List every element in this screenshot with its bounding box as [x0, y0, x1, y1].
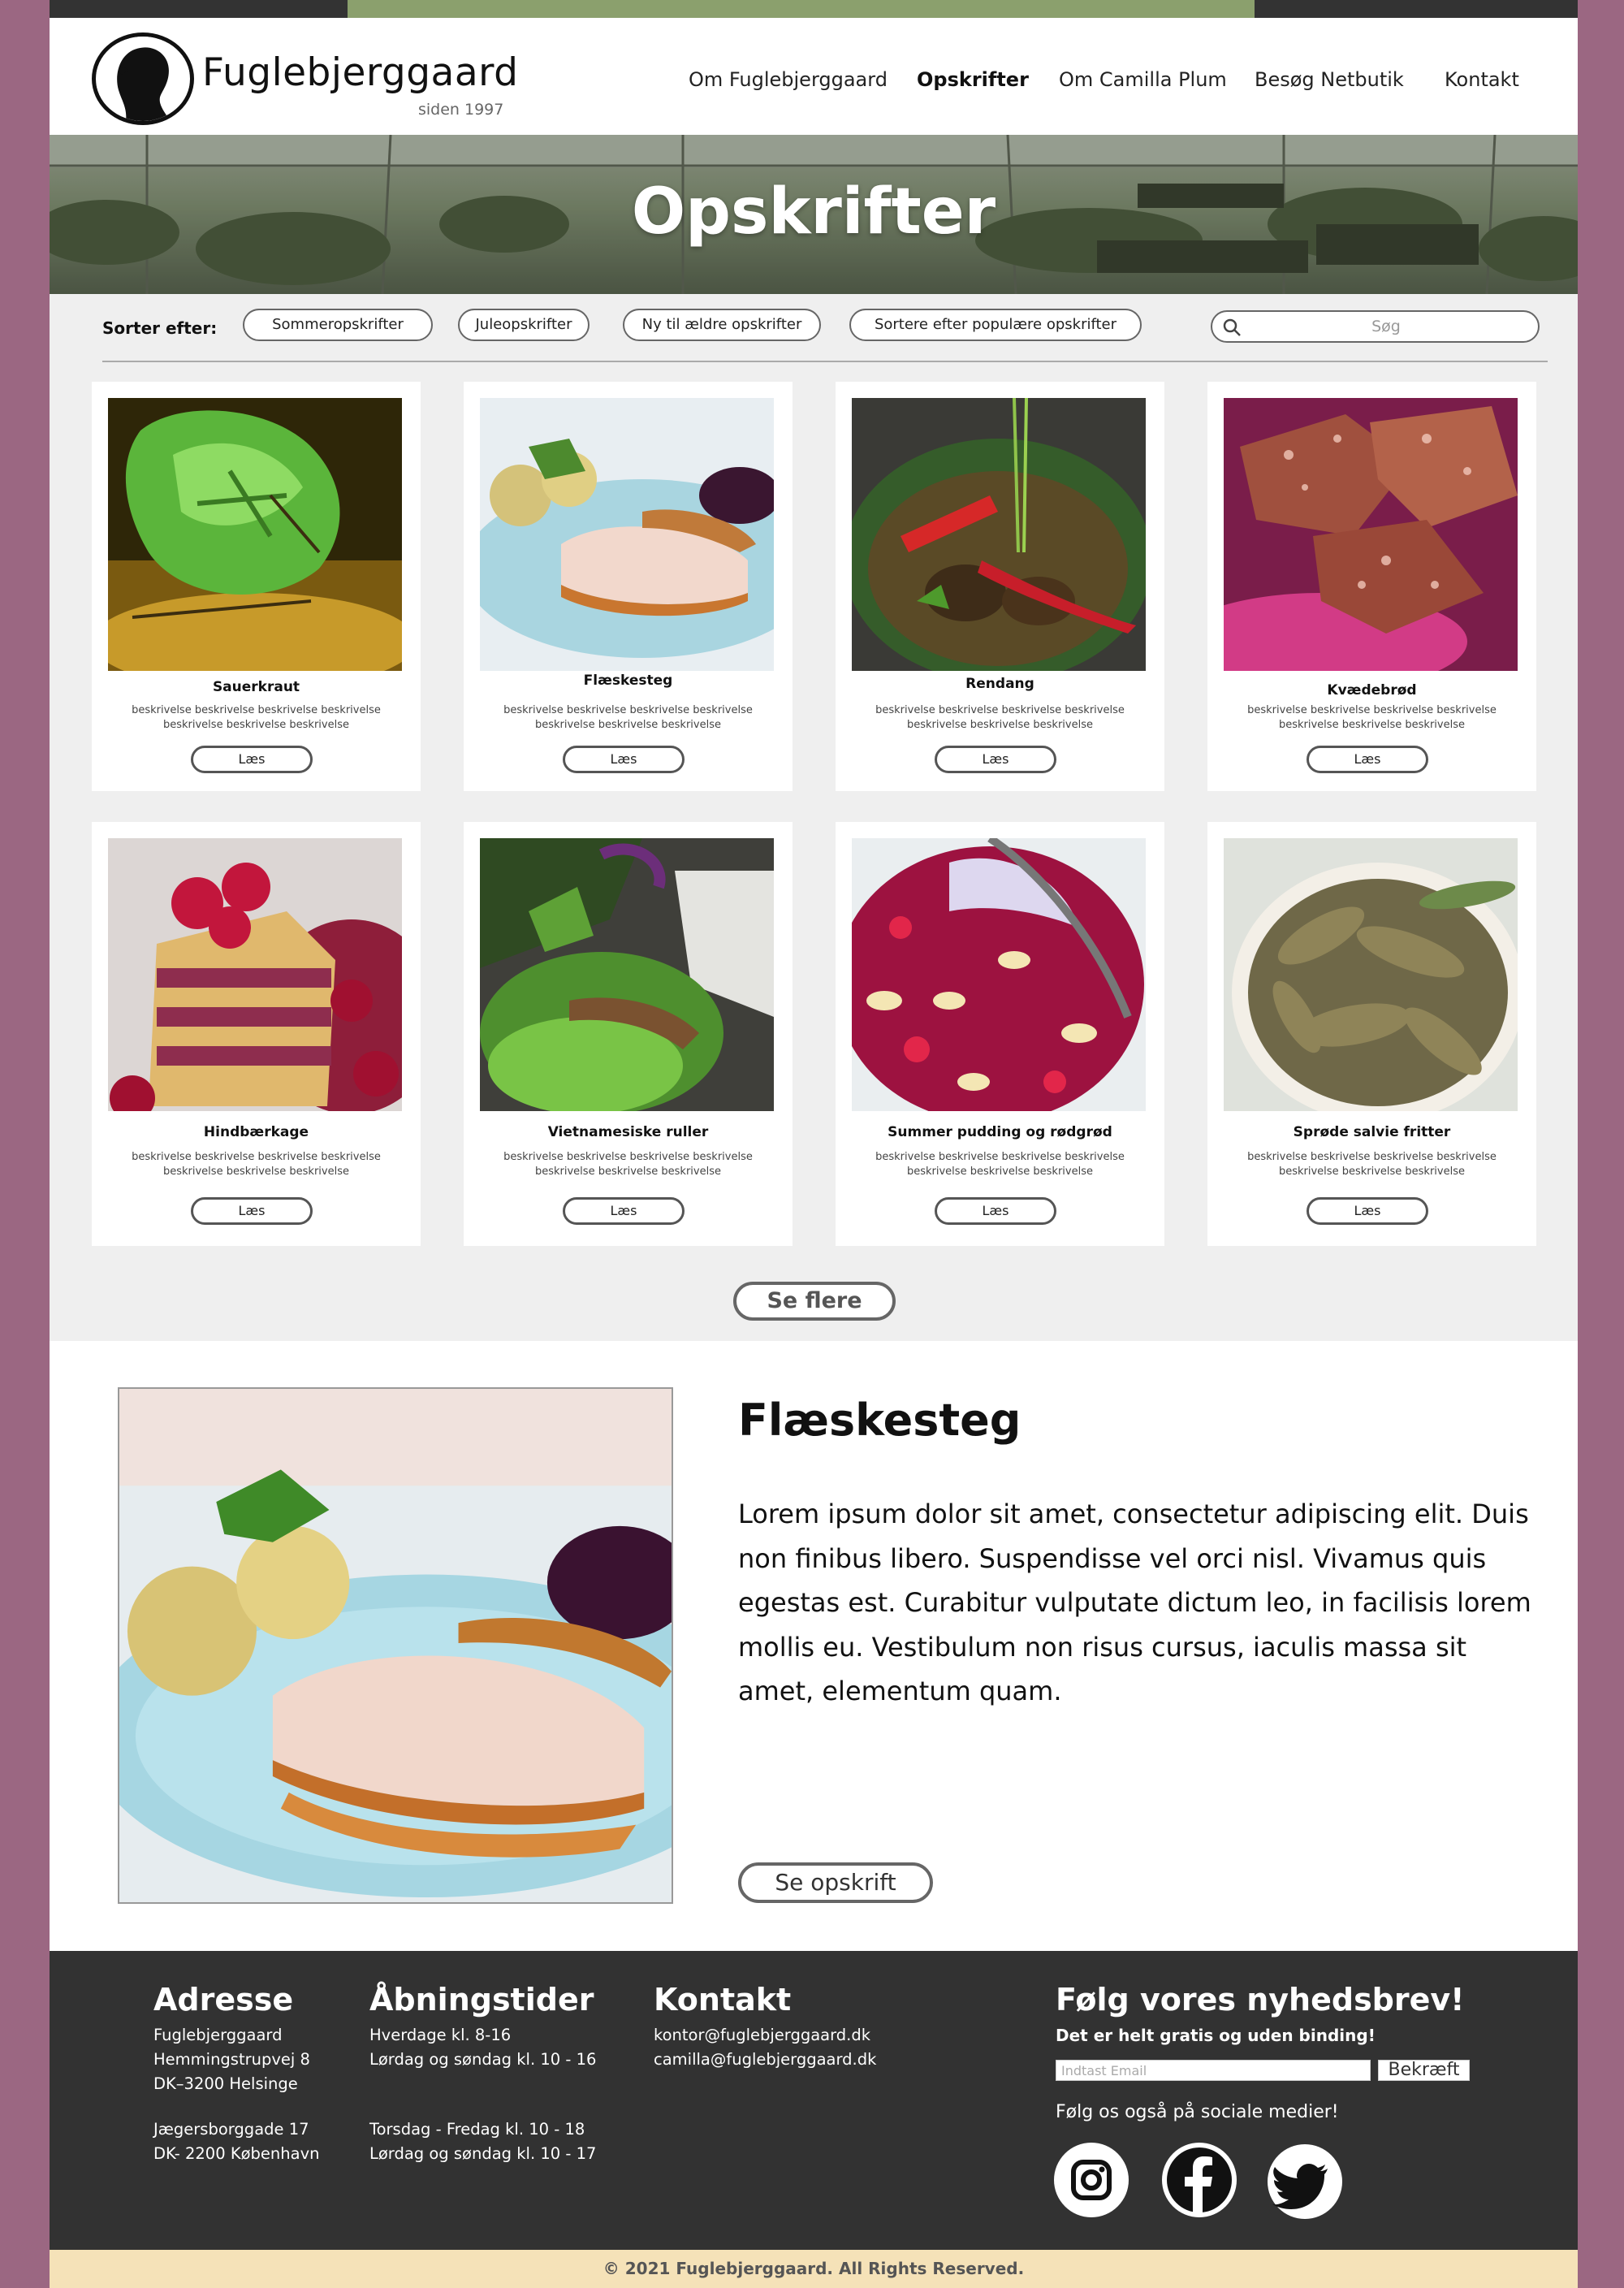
see-more-button[interactable]: Se flere [733, 1282, 896, 1321]
featured-recipe: Flæskesteg Lorem ipsum dolor sit amet, c… [50, 1341, 1578, 1951]
recipe-title[interactable]: Rendang [836, 676, 1164, 692]
nav-opskrifter[interactable]: Opskrifter [917, 68, 1029, 91]
brand-since: siden 1997 [418, 101, 504, 119]
recipe-image-vietnamesiske-ruller[interactable] [480, 838, 774, 1111]
recipe-description: beskrivelse beskrivelse beskrivelse besk… [503, 1151, 753, 1178]
read-button[interactable]: Læs [935, 1197, 1056, 1225]
address-line: Fuglebjerggaard [153, 2026, 283, 2044]
recipe-listing: Sorter efter: Sommeropskrifter Juleopskr… [50, 294, 1578, 1341]
page-title: Opskrifter [631, 175, 996, 249]
recipe-image-hindbaerkage[interactable] [108, 838, 402, 1111]
logo-portrait-icon[interactable] [92, 32, 194, 125]
recipe-description: beskrivelse beskrivelse beskrivelse besk… [875, 1151, 1125, 1178]
recipe-description: beskrivelse beskrivelse beskrivelse besk… [1247, 704, 1497, 731]
recipe-image-flaeskesteg[interactable] [480, 398, 774, 671]
twitter-icon[interactable] [1268, 2144, 1342, 2219]
recipe-title[interactable]: Sauerkraut [92, 679, 421, 695]
copyright: © 2021 Fuglebjerggaard. All Rights Reser… [50, 2250, 1578, 2288]
address-line: Hemmingstrupvej 8 [153, 2050, 310, 2069]
read-button[interactable]: Læs [935, 746, 1056, 773]
read-button[interactable]: Læs [563, 746, 685, 773]
recipe-image-salvie-fritter[interactable] [1224, 838, 1518, 1111]
recipe-image-sauerkraut[interactable] [108, 398, 402, 671]
instagram-icon[interactable] [1054, 2143, 1129, 2217]
hours-line: Lørdag og søndag kl. 10 - 17 [369, 2144, 597, 2163]
read-button[interactable]: Læs [563, 1197, 685, 1225]
recipe-image-summer-pudding[interactable] [852, 838, 1146, 1111]
recipe-card: Kvædebrød beskrivelse beskrivelse beskri… [1207, 382, 1536, 791]
recipe-title[interactable]: Flæskesteg [464, 673, 793, 689]
recipe-title[interactable]: Summer pudding og rødgrød [836, 1124, 1164, 1140]
address-line: DK–3200 Helsinge [153, 2074, 298, 2093]
site-header: Fuglebjerggaard siden 1997 Om Fuglebjerg… [50, 18, 1578, 135]
hero-banner: Opskrifter [50, 135, 1578, 294]
recipe-card: Summer pudding og rødgrød beskrivelse be… [836, 822, 1164, 1246]
recipe-card: Sprøde salvie fritter beskrivelse beskri… [1207, 822, 1536, 1246]
nav-besog-netbutik[interactable]: Besøg Netbutik [1255, 68, 1404, 91]
filter-juleopskrifter[interactable]: Juleopskrifter [458, 309, 590, 341]
recipe-description: beskrivelse beskrivelse beskrivelse besk… [132, 704, 381, 731]
recipe-card: Sauerkraut beskrivelse beskrivelse beskr… [92, 382, 421, 791]
hours-line: Torsdag - Fredag kl. 10 - 18 [369, 2120, 585, 2139]
nav-kontakt[interactable]: Kontakt [1445, 68, 1519, 91]
contact-email-link[interactable]: kontor@fuglebjerggaard.dk [654, 2026, 870, 2044]
nav-om-camilla-plum[interactable]: Om Camilla Plum [1059, 68, 1227, 91]
newsletter-heading: Følg vores nyhedsbrev! [1056, 1982, 1465, 2018]
newsletter-confirm-button[interactable]: Bekræft [1378, 2060, 1470, 2081]
recipe-title[interactable]: Kvædebrød [1207, 682, 1536, 699]
brand-name[interactable]: Fuglebjerggaard [202, 50, 518, 95]
newsletter-subheading: Det er helt gratis og uden binding! [1056, 2026, 1376, 2045]
hours-line: Hverdage kl. 8-16 [369, 2026, 512, 2044]
recipe-description: beskrivelse beskrivelse beskrivelse besk… [132, 1151, 381, 1178]
read-button[interactable]: Læs [191, 1197, 313, 1225]
filter-ny-til-aeldre[interactable]: Ny til ældre opskrifter [623, 309, 821, 341]
recipe-card: Vietnamesiske ruller beskrivelse beskriv… [464, 822, 793, 1246]
page: Fuglebjerggaard siden 1997 Om Fuglebjerg… [50, 0, 1578, 2288]
address-line: DK- 2200 København [153, 2144, 320, 2163]
hours-line: Lørdag og søndag kl. 10 - 16 [369, 2050, 597, 2069]
divider [102, 361, 1548, 362]
search-box[interactable] [1211, 310, 1540, 343]
recipe-card: Flæskesteg beskrivelse beskrivelse beskr… [464, 382, 793, 791]
footer-contact-heading: Kontakt [654, 1982, 792, 2018]
contact-email-link[interactable]: camilla@fuglebjerggaard.dk [654, 2050, 876, 2069]
footer-address-heading: Adresse [153, 1982, 294, 2018]
recipe-description: beskrivelse beskrivelse beskrivelse besk… [1247, 1151, 1497, 1178]
read-button[interactable]: Læs [191, 746, 313, 773]
recipe-description: beskrivelse beskrivelse beskrivelse besk… [503, 704, 753, 731]
recipe-card: Hindbærkage beskrivelse beskrivelse besk… [92, 822, 421, 1246]
featured-recipe-image[interactable] [118, 1387, 673, 1904]
site-footer: Adresse Fuglebjerggaard Hemmingstrupvej … [50, 1951, 1578, 2250]
top-strip [50, 0, 1578, 18]
filter-sommeropskrifter[interactable]: Sommeropskrifter [243, 309, 433, 341]
read-button[interactable]: Læs [1307, 746, 1428, 773]
recipe-description: beskrivelse beskrivelse beskrivelse besk… [875, 704, 1125, 731]
recipe-title[interactable]: Sprøde salvie fritter [1207, 1124, 1536, 1140]
recipe-image-kvaedebrod[interactable] [1224, 398, 1518, 671]
filter-populaere[interactable]: Sortere efter populære opskrifter [849, 309, 1142, 341]
sort-label: Sorter efter: [102, 318, 218, 338]
nav-om-fuglebjerggaard[interactable]: Om Fuglebjerggaard [689, 68, 888, 91]
featured-text: Lorem ipsum dolor sit amet, consectetur … [738, 1499, 1531, 1706]
search-icon [1223, 318, 1241, 336]
address-line: Jægersborggade 17 [153, 2120, 309, 2139]
search-input[interactable] [1248, 315, 1524, 338]
footer-hours-heading: Åbningstider [369, 1982, 594, 2018]
recipe-title[interactable]: Hindbærkage [92, 1124, 421, 1140]
featured-title: Flæskesteg [738, 1395, 1021, 1446]
newsletter-email-input[interactable] [1056, 2060, 1371, 2081]
recipe-title[interactable]: Vietnamesiske ruller [464, 1124, 793, 1140]
social-follow-text: Følg os også på sociale medier! [1056, 2102, 1339, 2122]
facebook-icon[interactable] [1162, 2143, 1237, 2217]
see-recipe-button[interactable]: Se opskrift [738, 1862, 933, 1903]
read-button[interactable]: Læs [1307, 1197, 1428, 1225]
recipe-card: Rendang beskrivelse beskrivelse beskrive… [836, 382, 1164, 791]
recipe-image-rendang[interactable] [852, 398, 1146, 671]
top-strip-accent [348, 0, 1255, 18]
